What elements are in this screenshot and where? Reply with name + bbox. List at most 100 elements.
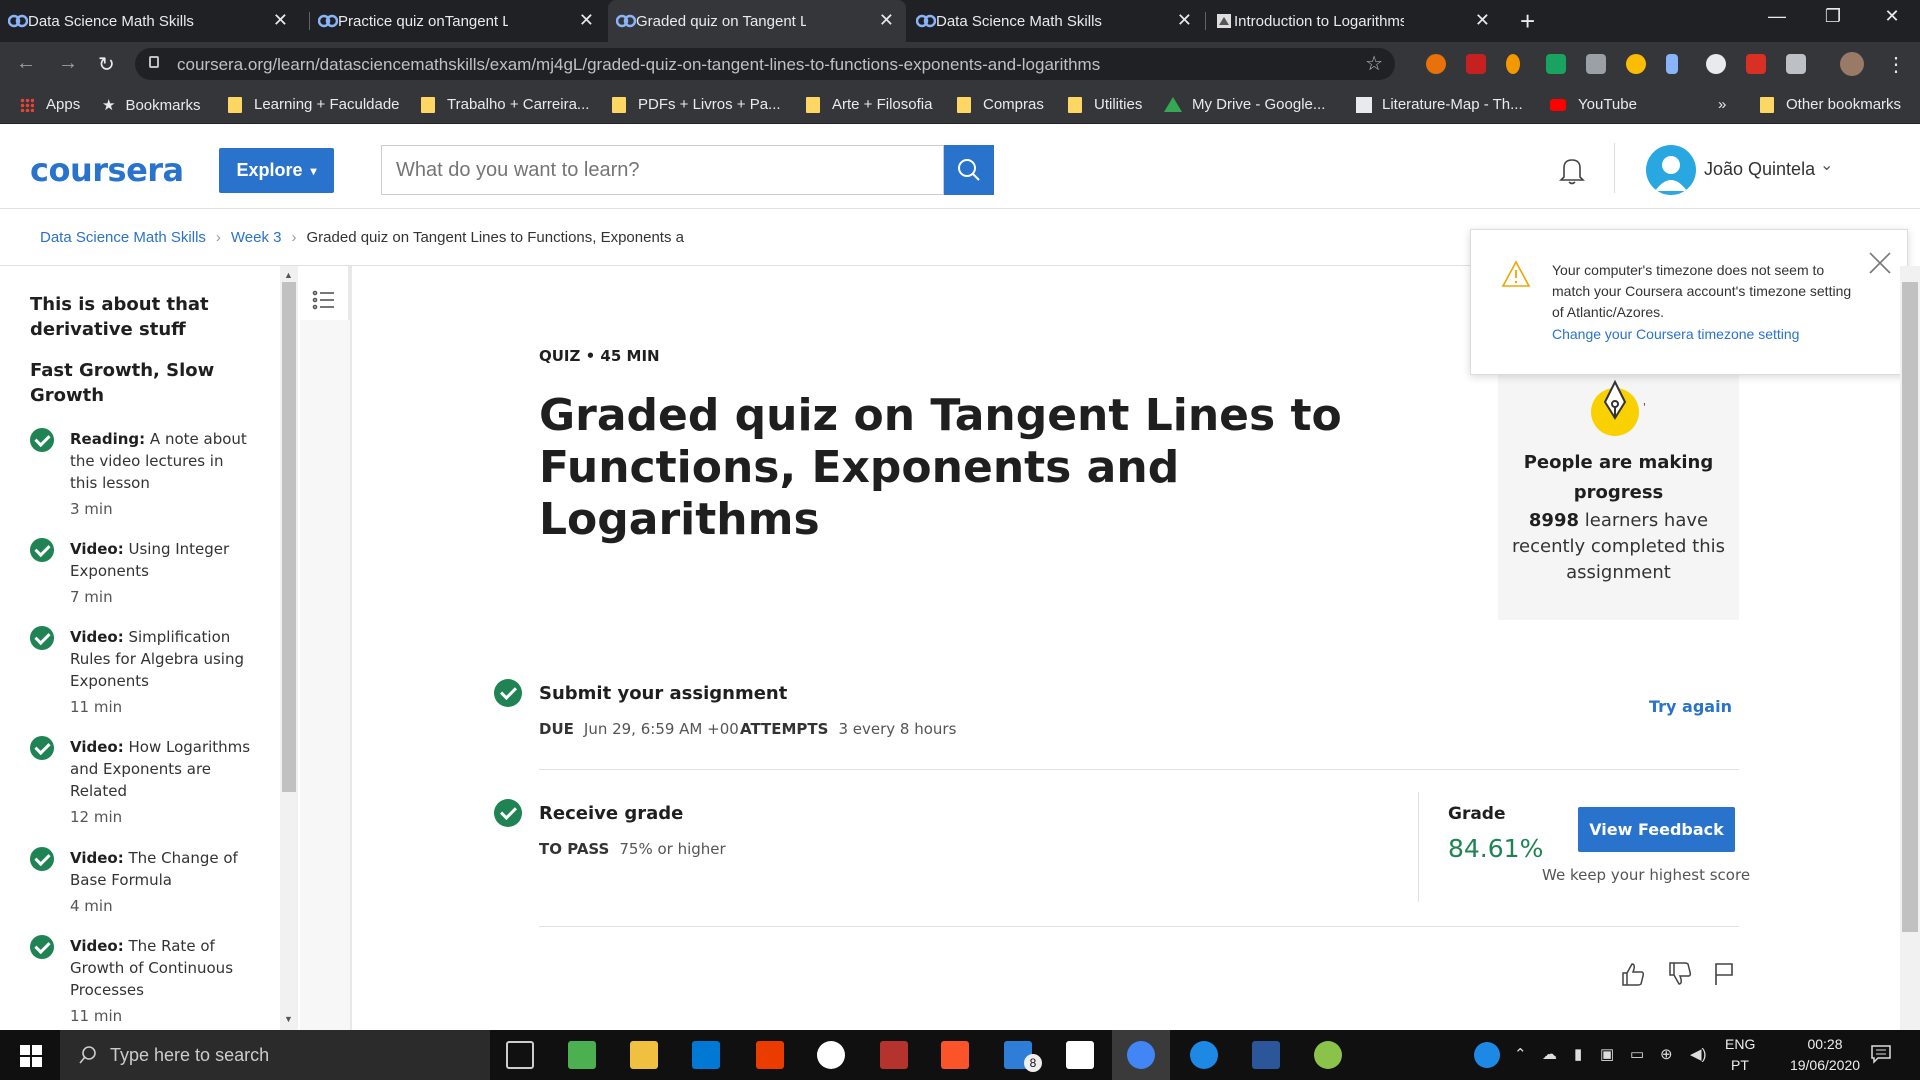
- breadcrumb-week-link[interactable]: Week 3: [231, 229, 282, 246]
- bookmark-youtube[interactable]: YouTube: [1550, 96, 1637, 113]
- app-icon[interactable]: [1066, 1041, 1094, 1069]
- search-input[interactable]: [381, 145, 944, 195]
- volume-icon[interactable]: ◀): [1690, 1045, 1707, 1063]
- browser-tab-active[interactable]: Graded quiz on Tangent Lines to ✕: [608, 0, 906, 42]
- chrome-icon[interactable]: [1127, 1041, 1155, 1069]
- user-menu-chevron-icon[interactable]: ⌄: [1820, 155, 1833, 175]
- url-text[interactable]: coursera.org/learn/datasciencemathskills…: [177, 55, 1100, 75]
- pass-requirement: TO PASS 75% or higher: [539, 840, 726, 858]
- sidebar-scrollbar-thumb[interactable]: [282, 282, 296, 792]
- bookmark-bookmarks[interactable]: ★ Bookmarks: [102, 96, 201, 115]
- tab-close-icon[interactable]: ✕: [1475, 10, 1490, 31]
- bookmark-label: Bookmarks: [125, 96, 201, 114]
- coursera-logo[interactable]: coursera: [30, 151, 184, 189]
- scroll-down-arrow-icon[interactable]: ▼: [284, 1014, 293, 1024]
- help-icon[interactable]: [1474, 1042, 1500, 1068]
- thumbs-down-icon[interactable]: [1666, 960, 1694, 988]
- bookmark-folder[interactable]: Arte + Filosofia: [806, 96, 932, 113]
- extension-icon[interactable]: [1666, 54, 1678, 74]
- page-scrollbar-thumb[interactable]: [1902, 282, 1918, 932]
- bookmarks-overflow-chevron[interactable]: »: [1718, 96, 1726, 113]
- tray-app-icon[interactable]: ▣: [1600, 1045, 1614, 1063]
- address-bar[interactable]: coursera.org/learn/datasciencemathskills…: [135, 48, 1395, 80]
- windows-start-icon[interactable]: [20, 1045, 42, 1067]
- bookmark-literature-map[interactable]: Literature-Map - Th...: [1356, 96, 1523, 113]
- browser-tab[interactable]: Introduction to Logarithms ✕: [1206, 0, 1502, 42]
- extension-icon[interactable]: [1506, 54, 1520, 74]
- extension-icon[interactable]: [1546, 54, 1566, 74]
- word-icon[interactable]: [1252, 1041, 1280, 1069]
- try-again-link[interactable]: Try again: [1649, 697, 1732, 716]
- minimize-icon[interactable]: —: [1757, 6, 1797, 27]
- file-explorer-icon[interactable]: [630, 1041, 658, 1069]
- bookmark-star-icon[interactable]: ☆: [1365, 51, 1383, 76]
- bookmark-folder[interactable]: Learning + Faculdade: [228, 96, 400, 113]
- timezone-settings-link[interactable]: Change your Coursera timezone setting: [1552, 326, 1799, 342]
- extension-icon[interactable]: [1746, 54, 1766, 74]
- ublock-extension-icon[interactable]: [1466, 54, 1486, 74]
- bookmark-folder[interactable]: Utilities: [1068, 96, 1142, 113]
- app-icon[interactable]: [1190, 1041, 1218, 1069]
- action-center-icon[interactable]: [1870, 1044, 1892, 1064]
- window-close-icon[interactable]: ✕: [1872, 6, 1912, 27]
- tab-close-icon[interactable]: ✕: [879, 10, 894, 31]
- extension-icon[interactable]: [1586, 54, 1606, 74]
- restore-icon[interactable]: ❐: [1813, 6, 1853, 27]
- task-view-icon[interactable]: [506, 1041, 534, 1069]
- tab-close-icon[interactable]: ✕: [1177, 10, 1192, 31]
- grade-value: 84.61%: [1448, 834, 1544, 863]
- extension-icon[interactable]: [1706, 54, 1726, 74]
- profile-avatar-icon[interactable]: [1840, 52, 1864, 76]
- new-tab-icon[interactable]: +: [1520, 6, 1535, 37]
- extension-icon[interactable]: [1786, 54, 1806, 74]
- bookmark-apps[interactable]: Apps: [20, 96, 80, 113]
- browser-menu-icon[interactable]: ⋮: [1886, 52, 1906, 77]
- tab-close-icon[interactable]: ✕: [273, 10, 288, 31]
- browser-tab[interactable]: Data Science Math Skills - Buildin ✕: [0, 0, 300, 42]
- tray-chevron-up-icon[interactable]: ⌃: [1514, 1045, 1527, 1063]
- forward-icon[interactable]: →: [58, 52, 78, 75]
- view-feedback-button[interactable]: View Feedback: [1578, 807, 1735, 852]
- flag-icon[interactable]: [1710, 960, 1738, 988]
- paint-icon[interactable]: [1314, 1041, 1342, 1069]
- close-icon[interactable]: [1867, 250, 1893, 276]
- clock-time[interactable]: 00:28: [1790, 1036, 1860, 1052]
- bookmark-folder[interactable]: Trabalho + Carreira...: [421, 96, 589, 113]
- bookmark-folder[interactable]: PDFs + Livros + Pa...: [612, 96, 781, 113]
- dropbox-icon[interactable]: [817, 1041, 845, 1069]
- user-avatar[interactable]: [1646, 145, 1696, 195]
- breadcrumb-separator-icon: ›: [215, 229, 221, 246]
- bookmark-other[interactable]: Other bookmarks: [1760, 96, 1901, 113]
- onedrive-icon[interactable]: ☁: [1542, 1045, 1557, 1063]
- clock-date[interactable]: 19/06/2020: [1780, 1057, 1870, 1073]
- app-icon[interactable]: [568, 1041, 596, 1069]
- notification-bell-icon[interactable]: [1555, 153, 1589, 187]
- submit-step-title: Submit your assignment: [539, 683, 788, 704]
- bookmark-folder[interactable]: Compras: [957, 96, 1044, 113]
- keyboard-layout[interactable]: PT: [1731, 1057, 1749, 1073]
- network-icon[interactable]: ⊕: [1660, 1045, 1673, 1063]
- reload-icon[interactable]: ↻: [98, 52, 115, 77]
- language-indicator[interactable]: ENG: [1725, 1036, 1755, 1052]
- browser-tab[interactable]: Data Science Math Skills - Home ✕: [908, 0, 1204, 42]
- thumbs-up-icon[interactable]: [1619, 960, 1647, 988]
- scroll-up-arrow-icon[interactable]: ▲: [284, 270, 293, 280]
- battery-icon[interactable]: ▭: [1630, 1045, 1644, 1063]
- brave-browser-icon[interactable]: [941, 1041, 969, 1069]
- search-button[interactable]: [944, 145, 994, 195]
- microphone-icon[interactable]: ▮: [1574, 1045, 1582, 1063]
- tab-close-icon[interactable]: ✕: [579, 10, 594, 31]
- mail-icon[interactable]: [692, 1041, 720, 1069]
- extension-icon[interactable]: [1626, 54, 1646, 74]
- browser-tab[interactable]: Practice quiz onTangent Lines to ✕: [310, 0, 606, 42]
- lock-icon: [149, 56, 159, 68]
- user-name[interactable]: João Quintela: [1704, 159, 1815, 180]
- breadcrumb-course-link[interactable]: Data Science Math Skills: [40, 229, 206, 246]
- explore-button[interactable]: Explore ▾: [219, 148, 334, 193]
- office-icon[interactable]: [756, 1041, 784, 1069]
- bookmark-drive[interactable]: My Drive - Google...: [1164, 96, 1325, 113]
- extension-icon[interactable]: [1426, 54, 1446, 74]
- app-icon[interactable]: [880, 1041, 908, 1069]
- back-icon[interactable]: ←: [16, 52, 36, 75]
- table-of-contents-icon[interactable]: [312, 288, 336, 312]
